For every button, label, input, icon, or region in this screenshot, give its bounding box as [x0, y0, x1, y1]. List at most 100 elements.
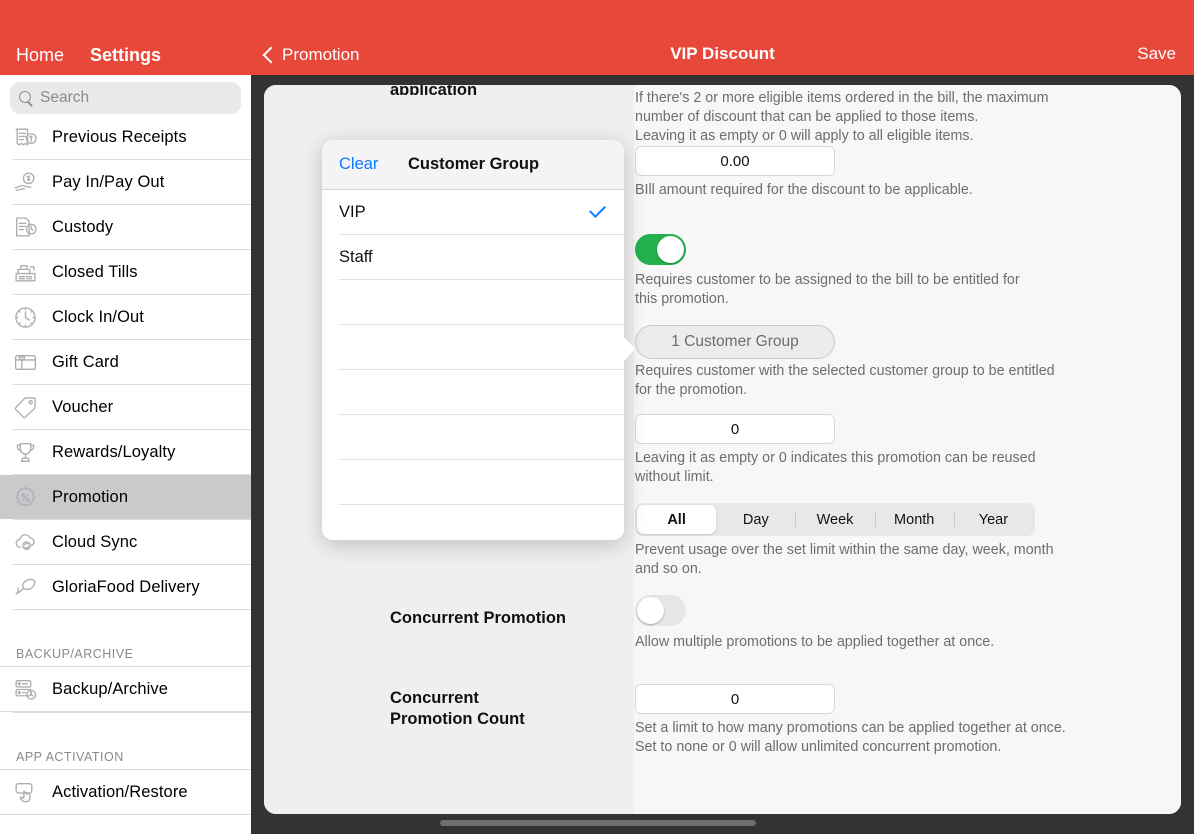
hand-dollar-icon	[13, 170, 38, 195]
percent-badge-icon	[13, 485, 38, 510]
cloud-sync-icon	[13, 530, 38, 555]
minimum-bill-amount-input[interactable]: 0.00	[635, 146, 835, 176]
sidebar-item-label: Custody	[52, 217, 114, 236]
search-container: Search	[0, 75, 251, 121]
customer-group-row[interactable]: Staff	[322, 235, 624, 279]
minimum-bill-helper: BIll amount required for the discount to…	[635, 182, 973, 198]
sidebar-item-label: Rewards/Loyalty	[52, 442, 176, 461]
customer-group-row-empty	[322, 280, 624, 324]
sidebar-item-label: Promotion	[52, 487, 129, 506]
sidebar-item-gloriafood-delivery[interactable]: GloriaFood Delivery	[0, 565, 251, 609]
period-option-label: All	[667, 511, 686, 528]
sidebar-item-label: Previous Receipts	[52, 127, 187, 146]
sidebar-item-activation-restore[interactable]: Activation/Restore	[0, 770, 251, 814]
customer-group-row-empty	[322, 325, 624, 369]
sidebar-item-label: Backup/Archive	[52, 679, 169, 698]
gift-card-icon	[13, 350, 38, 375]
leaf-icon	[13, 575, 38, 600]
customer-group-list: VIP Staff	[322, 190, 624, 540]
ipad-screen: application If there's 2 or more eligibl…	[0, 0, 1194, 834]
max-discount-helper-line2: number of discount that can be applied t…	[635, 109, 979, 125]
popover-header: Clear Customer Group	[322, 140, 624, 190]
period-option-label: Year	[978, 511, 1009, 528]
concurrent-count-label-line2: Promotion Count	[390, 710, 525, 728]
server-restore-icon	[13, 677, 38, 702]
max-discount-helper-line1: If there's 2 or more eligible items orde…	[635, 90, 1049, 106]
sidebar-item-label: Closed Tills	[52, 262, 138, 281]
sidebar-group-header: BACKUP/ARCHIVE	[0, 632, 251, 666]
customer-group-name: Staff	[339, 247, 373, 266]
period-option-label: Month	[894, 511, 935, 528]
sidebar-item-label: Clock In/Out	[52, 307, 144, 326]
search-input[interactable]: Search	[10, 82, 241, 114]
popover-title: Customer Group	[408, 155, 540, 173]
sidebar-group-header: APP ACTIVATION	[0, 735, 251, 769]
customer-group-row-empty	[322, 370, 624, 414]
customer-group-helper-line2: for the promotion.	[635, 382, 748, 398]
usage-limit-input[interactable]: 0	[635, 414, 835, 444]
settings-title: Settings	[90, 45, 162, 65]
sidebar-item-label: Pay In/Pay Out	[52, 172, 165, 191]
trophy-icon	[13, 440, 38, 465]
customer-group-row-empty	[322, 415, 624, 459]
sidebar-item-backup-archive[interactable]: Backup/Archive	[0, 667, 251, 711]
sidebar-item-custody[interactable]: Custody	[0, 205, 251, 249]
usage-period-segmented-control[interactable]: All Day Week Month Year	[635, 503, 1035, 536]
sidebar-navigation-bar: Home Settings	[0, 0, 251, 75]
customer-group-popover: Clear Customer Group VIP Staff	[322, 140, 635, 540]
sidebar-item-promotion[interactable]: Promotion	[0, 475, 251, 519]
customer-group-row-empty	[322, 505, 624, 540]
concurrent-count-input[interactable]: 0	[635, 684, 835, 714]
popover-arrow	[623, 336, 635, 362]
require-customer-toggle[interactable]	[635, 234, 686, 265]
concurrent-promotion-toggle[interactable]	[635, 595, 686, 626]
customer-group-helper-line1: Requires customer with the selected cust…	[635, 363, 1055, 379]
period-option-label: Week	[816, 511, 854, 528]
sidebar-item-label: GloriaFood Delivery	[52, 577, 200, 596]
require-customer-helper-line2: this promotion.	[635, 291, 729, 307]
customer-group-button[interactable]: 1 Customer Group	[635, 325, 835, 359]
usage-period-helper-line2: and so on.	[635, 561, 702, 577]
search-placeholder: Search	[40, 89, 90, 106]
cash-register-icon	[13, 260, 38, 285]
sidebar-item-closed-tills[interactable]: Closed Tills	[0, 250, 251, 294]
sidebar-item-rewards-loyalty[interactable]: Rewards/Loyalty	[0, 430, 251, 474]
period-option-day[interactable]: Day	[716, 505, 795, 534]
detail-navigation-bar: Promotion VIP Discount Save	[251, 0, 1194, 75]
sidebar-item-label: Cloud Sync	[52, 532, 138, 551]
customer-group-row-empty	[322, 460, 624, 504]
period-option-label: Day	[742, 511, 769, 528]
concurrent-count-helper-line2: Set to none or 0 will allow unlimited co…	[635, 739, 1002, 755]
concurrent-count-label-line1: Concurrent	[390, 689, 479, 707]
sidebar-item-previous-receipts[interactable]: Previous Receipts	[0, 115, 251, 159]
sidebar-item-voucher[interactable]: Voucher	[0, 385, 251, 429]
sidebar-item-clock-in-out[interactable]: Clock In/Out	[0, 295, 251, 339]
sidebar-item-cloud-sync[interactable]: Cloud Sync	[0, 520, 251, 564]
sidebar-item-pay-in-pay-out[interactable]: Pay In/Pay Out	[0, 160, 251, 204]
period-option-year[interactable]: Year	[953, 505, 1033, 534]
settings-sidebar[interactable]: Previous Receipts Pay In/Pay Out Custody Cl…	[0, 75, 251, 834]
customer-group-row[interactable]: VIP	[322, 190, 624, 234]
period-option-month[interactable]: Month	[874, 505, 954, 534]
clear-button[interactable]: Clear	[339, 155, 378, 174]
home-button[interactable]: Home	[16, 45, 64, 66]
tag-icon	[13, 395, 38, 420]
period-option-week[interactable]: Week	[795, 505, 874, 534]
sidebar-list: Previous Receipts Pay In/Pay Out Custody Cl…	[0, 115, 251, 834]
period-option-all[interactable]: All	[637, 505, 717, 534]
usage-limit-helper-line2: without limit.	[635, 469, 714, 485]
home-indicator	[440, 820, 756, 826]
concurrent-count-helper-line1: Set a limit to how many promotions can b…	[635, 720, 1066, 736]
concurrent-promotion-label: Concurrent Promotion	[390, 609, 566, 627]
concurrent-promotion-helper: Allow multiple promotions to be applied …	[635, 634, 995, 650]
custody-icon	[13, 215, 38, 240]
sidebar-item-label: Voucher	[52, 397, 114, 416]
checkmark-icon	[590, 207, 605, 217]
clock-icon	[13, 305, 38, 330]
customer-group-name: VIP	[339, 202, 366, 221]
usage-period-helper-line1: Prevent usage over the set limit within …	[635, 542, 1054, 558]
sidebar-item-gift-card[interactable]: Gift Card	[0, 340, 251, 384]
sidebar-item-label: Activation/Restore	[52, 782, 188, 801]
save-button[interactable]: Save	[1137, 44, 1176, 64]
search-icon	[19, 91, 33, 105]
